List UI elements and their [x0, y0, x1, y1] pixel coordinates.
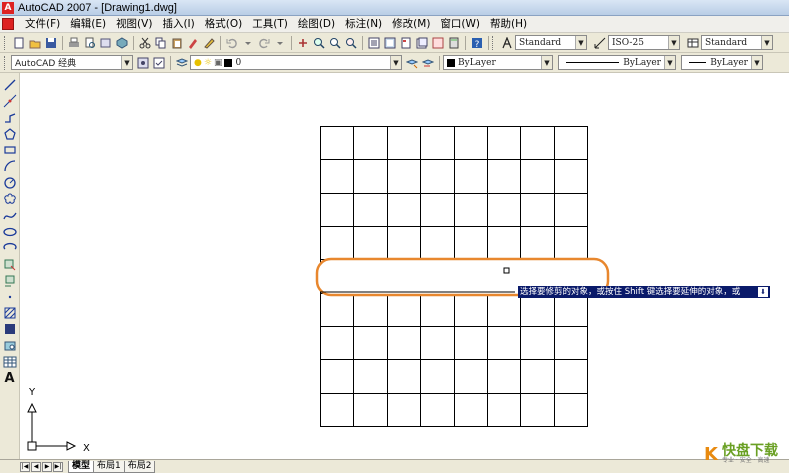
watermark-sub-text: 专业 · 安全 · 高速	[722, 457, 770, 464]
ucs-x-label: X	[83, 443, 90, 454]
overlay-layer: Y X	[27, 257, 610, 454]
next-tab-button[interactable]: ▶	[42, 461, 52, 472]
tab-layout1[interactable]: 布局1	[93, 460, 125, 473]
tab-layout2[interactable]: 布局2	[123, 460, 156, 473]
ucs-y-label: Y	[28, 387, 36, 398]
watermark-main-text: 快盘下载	[722, 443, 778, 459]
watermark-k-logo: K	[704, 443, 718, 465]
command-tooltip: 选择要修剪的对象，或按住 Shift 键选择要延伸的对象，或	[518, 286, 770, 298]
tooltip-options-icon[interactable]: ⬇	[758, 287, 768, 297]
watermark-logo: K 快盘下载 专业 · 安全 · 高速	[700, 441, 788, 467]
previous-tab-button[interactable]: ◀	[31, 461, 41, 472]
tab-model[interactable]: 模型	[68, 460, 95, 473]
ucs-icon	[27, 402, 77, 451]
layout-tab-bar: |◀ ◀ ▶ ▶| 模型 布局1 布局2	[0, 459, 789, 473]
first-tab-button[interactable]: |◀	[20, 461, 30, 472]
pickbox-cursor	[503, 267, 510, 274]
last-tab-button[interactable]: ▶|	[53, 461, 63, 472]
